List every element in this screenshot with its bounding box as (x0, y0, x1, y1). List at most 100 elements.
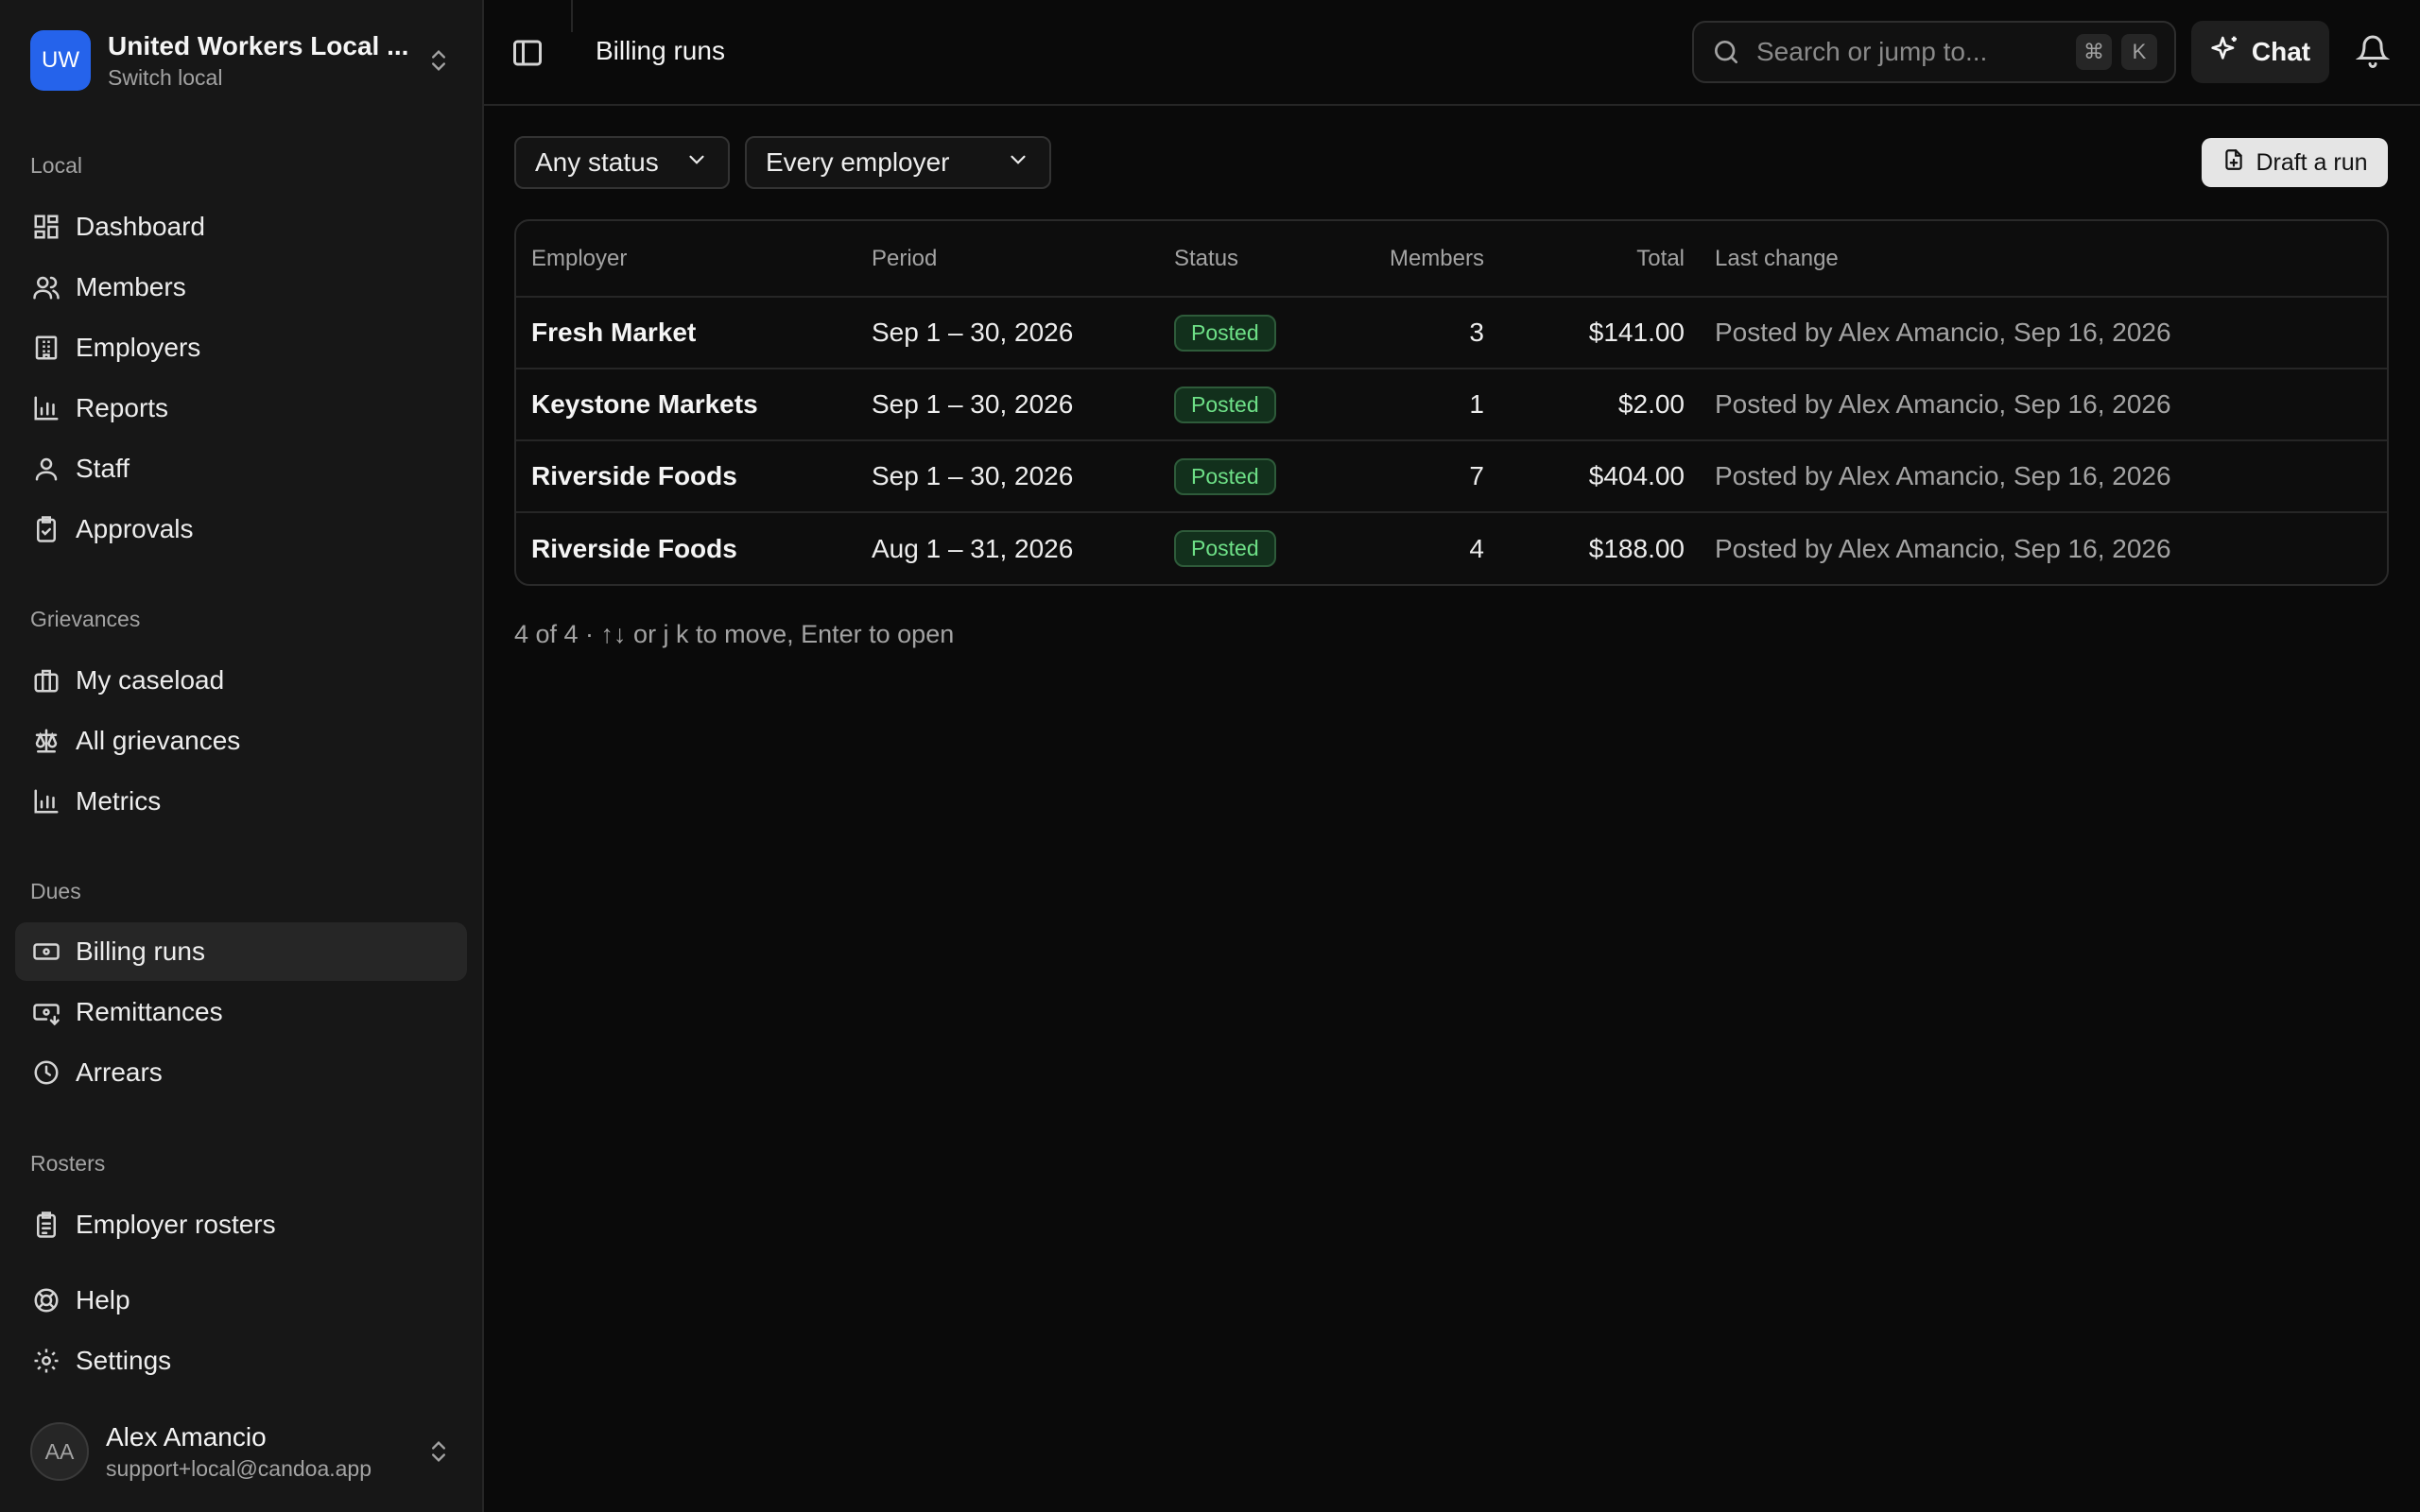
life-buoy-icon (30, 1284, 62, 1316)
sidebar: UW United Workers Local ... Switch local… (0, 0, 484, 1512)
banknote-icon (30, 936, 62, 968)
column-header-members[interactable]: Members (1348, 221, 1499, 298)
chevrons-up-down-icon (424, 45, 454, 76)
sidebar-item-employer-rosters[interactable]: Employer rosters (15, 1195, 467, 1254)
billing-runs-table: Employer Period Status Members Total Las… (514, 219, 2389, 586)
org-avatar: UW (30, 30, 91, 91)
cell-total: $188.00 (1588, 533, 1685, 563)
chat-label: Chat (2251, 37, 2311, 66)
status-badge: Posted (1174, 530, 1276, 567)
sidebar-item-all-grievances[interactable]: All grievances (15, 712, 467, 770)
section-label-grievances: Grievances (30, 607, 141, 631)
sidebar-item-label: Arrears (76, 1057, 163, 1087)
sidebar-item-approvals[interactable]: Approvals (15, 500, 467, 558)
cell-status: Posted (1159, 512, 1348, 584)
sidebar-item-dashboard[interactable]: Dashboard (15, 198, 467, 256)
sidebar-item-label: My caseload (76, 665, 225, 695)
sidebar-item-members[interactable]: Members (15, 258, 467, 317)
org-subtitle: Switch local (108, 64, 223, 90)
status-badge: Posted (1174, 457, 1276, 495)
user-menu[interactable]: AA Alex Amancio support+local@candoa.app (15, 1418, 469, 1486)
column-header-employer[interactable]: Employer (516, 221, 856, 298)
cell-period: Sep 1 – 30, 2026 (856, 369, 1159, 441)
employer-filter-value: Every employer (766, 147, 950, 177)
chat-button[interactable]: Chat (2191, 21, 2329, 83)
sparkles-icon (2210, 34, 2240, 71)
users-icon (30, 271, 62, 303)
draft-run-button[interactable]: Draft a run (2202, 138, 2388, 187)
sidebar-item-label: Help (76, 1285, 130, 1314)
topbar: Billing runs Search or jump to... ⌘ K Ch… (484, 0, 2420, 106)
page-title: Billing runs (596, 36, 725, 65)
sidebar-item-help[interactable]: Help (15, 1271, 467, 1330)
clock-icon (30, 1057, 62, 1089)
cell-members: 7 (1348, 440, 1499, 513)
sidebar-toggle-icon[interactable] (510, 36, 544, 70)
sidebar-item-arrears[interactable]: Arrears (15, 1043, 467, 1102)
bar-chart-icon (30, 392, 62, 424)
org-switcher[interactable]: UW United Workers Local ... Switch local (15, 15, 469, 106)
sidebar-item-label: Employer rosters (76, 1210, 276, 1239)
clipboard-check-icon (30, 513, 62, 545)
file-plus-icon (2221, 147, 2246, 179)
banknote-arrow-icon (30, 996, 62, 1028)
sidebar-item-metrics[interactable]: Metrics (15, 772, 467, 831)
chevrons-up-down-icon (424, 1436, 454, 1467)
cell-total: $404.00 (1499, 440, 1700, 513)
column-header-total[interactable]: Total (1499, 221, 1700, 298)
sidebar-item-label: Members (76, 272, 186, 301)
cell-period: Sep 1 – 30, 2026 (856, 440, 1159, 513)
section-label-dues: Dues (30, 879, 81, 903)
table-row[interactable]: Riverside Foods Aug 1 – 31, 2026 Posted … (516, 512, 2387, 584)
cell-last-change: Posted by Alex Amancio, Sep 16, 2026 (1700, 369, 2387, 441)
cell-employer: Riverside Foods (516, 440, 856, 513)
status-badge: Posted (1174, 314, 1276, 352)
cell-total: $141.00 (1499, 297, 1700, 369)
scale-icon (30, 725, 62, 757)
user-email: support+local@candoa.app (106, 1455, 372, 1481)
sidebar-item-label: Remittances (76, 997, 223, 1026)
cell-total: $2.00 (1499, 369, 1700, 441)
table-row[interactable]: Riverside Foods Sep 1 – 30, 2026 Posted … (516, 440, 2387, 513)
sidebar-item-billing-runs[interactable]: Billing runs (15, 922, 467, 981)
divider (571, 0, 573, 32)
cell-period: Aug 1 – 31, 2026 (872, 533, 1074, 563)
cell-members: 3 (1348, 297, 1499, 369)
sidebar-item-remittances[interactable]: Remittances (15, 983, 467, 1041)
sidebar-item-my-caseload[interactable]: My caseload (15, 651, 467, 710)
cell-employer: Fresh Market (516, 297, 856, 369)
kbd-cmd: ⌘ (2076, 34, 2112, 70)
table-row[interactable]: Keystone Markets Sep 1 – 30, 2026 Posted… (516, 369, 2387, 441)
cell-status: Posted (1159, 297, 1348, 369)
bar-chart-icon (30, 785, 62, 817)
status-filter-value: Any status (535, 147, 659, 177)
column-header-status[interactable]: Status (1159, 221, 1348, 298)
sidebar-item-label: Approvals (76, 514, 194, 543)
column-header-period[interactable]: Period (856, 221, 1159, 298)
cell-last-change: Posted by Alex Amancio, Sep 16, 2026 (1715, 533, 2171, 563)
sidebar-item-staff[interactable]: Staff (15, 439, 467, 498)
building-icon (30, 332, 62, 364)
section-label-rosters: Rosters (30, 1151, 106, 1176)
table-footer-hint: 4 of 4 · ↑↓ or j k to move, Enter to ope… (514, 620, 955, 648)
avatar: AA (30, 1422, 89, 1481)
gear-icon (30, 1345, 62, 1377)
sidebar-item-settings[interactable]: Settings (15, 1332, 467, 1390)
chevron-down-icon (1006, 147, 1030, 179)
user-icon (30, 453, 62, 485)
employer-filter-select[interactable]: Every employer (745, 136, 1051, 189)
search-input[interactable]: Search or jump to... ⌘ K (1692, 21, 2176, 83)
sidebar-item-label: Metrics (76, 786, 162, 816)
cell-members: 4 (1469, 533, 1484, 563)
status-filter-select[interactable]: Any status (514, 136, 730, 189)
sidebar-item-reports[interactable]: Reports (15, 379, 467, 438)
search-placeholder: Search or jump to... (1756, 37, 1988, 66)
user-text: Alex Amancio support+local@candoa.app (106, 1422, 424, 1482)
table-row[interactable]: Fresh Market Sep 1 – 30, 2026 Posted 3 $… (516, 297, 2387, 369)
bell-icon[interactable] (2355, 34, 2392, 70)
sidebar-item-label: All grievances (76, 726, 241, 755)
sidebar-item-employers[interactable]: Employers (15, 318, 467, 377)
column-header-last-change[interactable]: Last change (1700, 221, 2387, 298)
draft-run-label: Draft a run (2256, 148, 2368, 176)
cell-last-change: Posted by Alex Amancio, Sep 16, 2026 (1700, 297, 2387, 369)
